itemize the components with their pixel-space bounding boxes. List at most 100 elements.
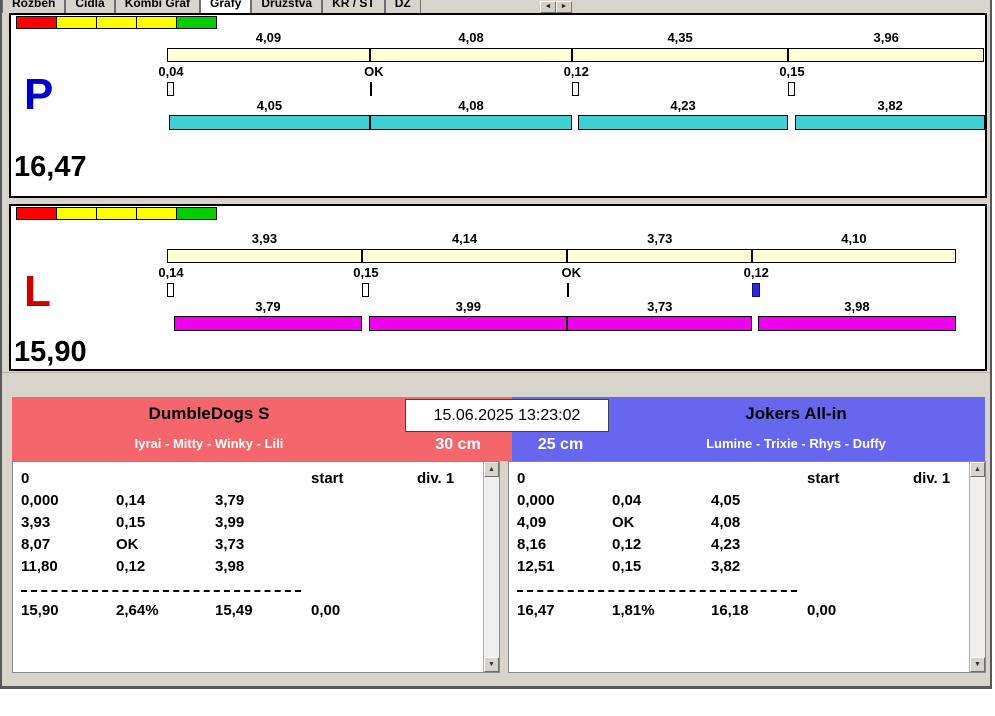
dashed-separator: [21, 580, 483, 602]
cumulative-time-cell: 12,51: [517, 558, 555, 575]
up-arrow-icon: ▲: [974, 466, 981, 473]
team-dog-list: Iyrai - Mitty - Winky - Lili: [134, 436, 284, 451]
dog-time-cell: 3,98: [215, 558, 245, 575]
lane-letter: L: [24, 267, 51, 316]
column-header-start: start: [807, 470, 840, 487]
dog-time-cell: 3,73: [215, 536, 245, 553]
tab-scroller: ◄ ►: [540, 1, 572, 13]
lane-graph: 4,09 4,08 4,35 3,96 0,04 OK 0,12 0,15 4,05 4,08 4,…: [11, 15, 985, 196]
legend-color-box: [136, 16, 177, 29]
dog-time-cell: 3,82: [711, 558, 741, 575]
scroll-up-button[interactable]: ▲: [484, 462, 499, 477]
table-cell: [215, 470, 311, 492]
tab-kr-st[interactable]: KR / ST: [322, 0, 385, 13]
table-cell: [417, 536, 483, 558]
team-name: DumbleDogs S: [148, 404, 270, 423]
tab-dz[interactable]: DZ: [384, 0, 421, 13]
lane-legend: [16, 16, 217, 29]
dog-time-cell: 4,05: [711, 492, 741, 509]
tab-rozb-h[interactable]: Rozběh: [2, 0, 66, 13]
table-cell: [612, 470, 711, 492]
dog-bar-segment: [578, 115, 788, 130]
tab-scroll-left-button[interactable]: ◄: [540, 1, 556, 13]
loss-percent-cell: 1,81%: [612, 602, 655, 619]
lane-graph: 3,93 4,14 3,73 4,10 0,14 0,15 OK 0,12 3,79 3,99 3,…: [11, 206, 985, 369]
table-scrollbar[interactable]: ▲ ▼: [969, 462, 985, 672]
crossing-time-label: 0,15: [353, 265, 379, 280]
app-window: Rozběh Čidla Kombi Graf Grafy Družstva KR / S…: [0, 0, 992, 689]
dog-bar-segment: [173, 316, 362, 331]
result-table-right[interactable]: 0 start div. 1 0,000 0,04 4,05 4,09 OK 4,08 8,16 0…: [508, 461, 986, 673]
dog-time-cell: 4,08: [711, 514, 741, 531]
crossing-marker-icon: [361, 283, 369, 297]
dog-time-cell: 4,23: [711, 536, 741, 553]
crossing-time-label: OK: [561, 265, 582, 280]
cumulative-time-cell: 0,000: [21, 492, 59, 509]
split-time-label: 3,73: [647, 231, 673, 246]
crossing-time-cell: 0,15: [116, 514, 146, 531]
split-time-label: 3,93: [251, 231, 278, 246]
cumulative-time-cell: 0,000: [517, 492, 555, 509]
scroll-down-button[interactable]: ▼: [484, 657, 499, 672]
dog-time-label: 3,79: [255, 299, 281, 314]
team-dog-list: Lumine - Trixie - Rhys - Duffy: [706, 436, 886, 451]
table-cell: [417, 492, 483, 514]
table-grid: 0 start div. 1 0,000 0,14 3,79 3,93 0,15 3,99 8,0…: [13, 462, 483, 672]
tab-grafy[interactable]: Grafy: [200, 0, 252, 13]
cumulative-time-cell: 8,07: [21, 536, 51, 553]
tab-kombi-graf[interactable]: Kombi Graf: [114, 0, 201, 13]
split-time-label: 4,10: [841, 231, 867, 246]
split-bar-segment: [167, 48, 370, 62]
dog-bar-segment: [758, 316, 956, 331]
legend-color-box: [16, 207, 57, 220]
split-time-label: 4,08: [458, 30, 484, 45]
jump-height-left: 30 cm: [435, 436, 481, 453]
table-cell: [417, 558, 483, 580]
down-arrow-icon: ▼: [488, 661, 495, 668]
tab-dru-stva[interactable]: Družstva: [251, 0, 323, 13]
lane-letter: P: [24, 70, 54, 119]
column-header-division: div. 1: [913, 470, 951, 487]
tab-scroll-right-button[interactable]: ►: [556, 1, 572, 13]
lane-panel-right: 4,09 4,08 4,35 3,96 0,04 OK 0,12 0,15 4,05 4,08 4,…: [9, 13, 987, 198]
table-cell: [311, 514, 417, 536]
lane-legend: [16, 207, 217, 220]
table-cell: [913, 558, 969, 580]
table-cell: [116, 470, 215, 492]
crossing-time-cell: 0,14: [116, 492, 146, 509]
table-cell: [807, 558, 913, 580]
tab-strip: Rozběh Čidla Kombi Graf Grafy Družstva KR / S…: [2, 0, 622, 13]
down-arrow-icon: ▼: [974, 661, 981, 668]
crossing-time-label: OK: [364, 64, 384, 79]
table-cell: [913, 536, 969, 558]
table-cell: [711, 470, 807, 492]
table-cell: [913, 492, 969, 514]
dog-time-label: 4,05: [256, 98, 283, 113]
table-cell: [807, 536, 913, 558]
crossing-marker-icon: [787, 82, 795, 96]
result-table-left[interactable]: 0 start div. 1 0,000 0,14 3,79 3,93 0,15 3,99 8,0…: [12, 461, 500, 673]
crossing-time-label: 0,14: [158, 265, 184, 280]
dog-time-label: 3,73: [647, 299, 673, 314]
scroll-down-button[interactable]: ▼: [970, 657, 985, 672]
split-time-label: 3,96: [873, 30, 899, 45]
dog-time-label: 4,08: [458, 98, 484, 113]
tab--idla[interactable]: Čidla: [65, 0, 115, 13]
table-cell: [913, 602, 969, 624]
total-time-cell: 15,90: [21, 602, 59, 619]
scroll-up-button[interactable]: ▲: [970, 462, 985, 477]
dog-bar-segment: [168, 115, 370, 130]
penalty-cell: 0,00: [807, 602, 837, 619]
net-time-cell: 15,49: [215, 602, 253, 619]
crossing-marker-icon: [572, 82, 580, 96]
split-bar-segment: [572, 48, 788, 62]
split-time-label: 4,09: [255, 30, 282, 45]
lane-total-time: 15,90: [14, 336, 87, 368]
column-header-zero: 0: [517, 470, 526, 487]
crossing-time-cell: 0,15: [612, 558, 642, 575]
total-time-cell: 16,47: [517, 602, 555, 619]
table-scrollbar[interactable]: ▲ ▼: [483, 462, 499, 672]
crossing-time-label: 0,12: [743, 265, 769, 280]
dog-bar-segment: [369, 316, 568, 331]
legend-color-box: [176, 207, 217, 220]
